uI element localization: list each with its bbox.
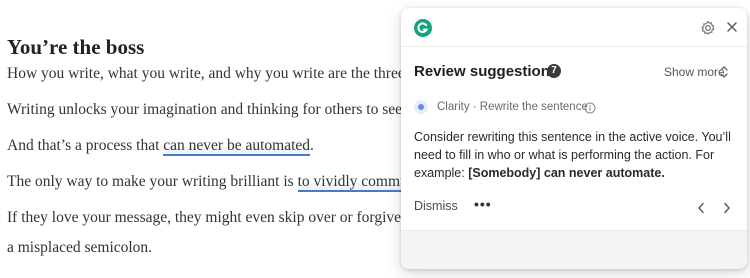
paragraph-4-text: The only way to make your writing brilli… (7, 173, 298, 190)
chevron-right-icon[interactable] (723, 201, 731, 214)
dismiss-button[interactable]: Dismiss (414, 198, 458, 214)
paragraph-3-end: . (310, 137, 314, 154)
suggestion-count-badge: 7 (547, 64, 561, 78)
suggestion-message: Consider rewriting this sentence in the … (414, 128, 736, 182)
grammarly-logo-icon (414, 19, 432, 37)
more-options-button[interactable]: ••• (474, 196, 492, 212)
chevron-up-down-icon[interactable] (718, 65, 730, 79)
gear-icon[interactable] (700, 20, 716, 36)
panel-header (401, 8, 747, 47)
close-icon[interactable] (725, 20, 739, 34)
suggestions-panel: Review suggestions 7 Show more Clarity ·… (401, 8, 747, 269)
flagged-phrase[interactable]: can never be automated (163, 137, 311, 156)
paragraph-3-text: And that’s a process that (7, 137, 164, 154)
suggestion-category: Clarity · Rewrite the sentence (437, 101, 588, 113)
suggestion-example: [Somebody] can never automate. (468, 166, 665, 180)
info-icon[interactable] (584, 101, 596, 114)
panel-title: Review suggestions (414, 63, 559, 80)
clarity-dot-icon (414, 100, 428, 114)
chevron-left-icon[interactable] (697, 201, 705, 214)
show-more-button[interactable]: Show more (664, 64, 725, 80)
panel-footer (401, 230, 747, 269)
